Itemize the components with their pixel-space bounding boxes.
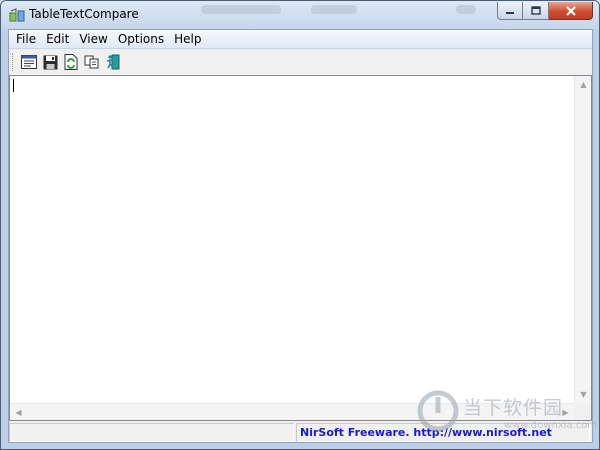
exit-button[interactable] — [103, 52, 123, 72]
properties-button[interactable] — [19, 52, 39, 72]
save-icon — [43, 55, 57, 69]
text-editor[interactable] — [10, 76, 574, 403]
menu-file[interactable]: File — [11, 30, 41, 48]
menu-edit[interactable]: Edit — [41, 30, 74, 48]
app-icon — [9, 8, 25, 22]
close-icon — [565, 5, 576, 16]
restore-button[interactable] — [523, 2, 549, 20]
menu-bar: File Edit View Options Help — [9, 30, 592, 49]
title-bar-blur — [456, 5, 476, 14]
toolbar-grip[interactable] — [12, 53, 15, 71]
status-pane-empty — [9, 423, 294, 442]
watermark: 当下软件园 www.downxia.com — [416, 389, 598, 437]
title-bar-blur — [201, 5, 281, 14]
save-button[interactable] — [40, 52, 60, 72]
watermark-text: 当下软件园 — [463, 397, 564, 419]
scroll-up-arrow[interactable]: ▲ — [575, 76, 592, 93]
exit-icon — [106, 54, 120, 70]
menu-view[interactable]: View — [74, 30, 112, 48]
toolbar — [9, 50, 592, 74]
scroll-left-arrow[interactable]: ◀ — [10, 404, 27, 421]
menu-help[interactable]: Help — [169, 30, 206, 48]
caption-buttons — [497, 2, 593, 22]
app-window: TableTextCompare File Edit View Options … — [0, 0, 600, 450]
properties-icon — [21, 55, 37, 69]
title-bar[interactable]: TableTextCompare — [1, 1, 599, 29]
close-button[interactable] — [549, 2, 593, 20]
minimize-icon — [506, 11, 514, 14]
watermark-logo — [417, 390, 459, 432]
refresh-icon — [64, 54, 78, 70]
copy-icon — [84, 55, 99, 69]
text-caret — [13, 79, 14, 92]
vertical-scrollbar[interactable]: ▲ ▼ — [574, 76, 591, 403]
text-editor-frame: ▲ ▼ ◀ ▶ — [9, 75, 592, 421]
minimize-button[interactable] — [497, 2, 523, 20]
refresh-button[interactable] — [61, 52, 81, 72]
restore-icon — [530, 6, 541, 15]
client-area: File Edit View Options Help ▲ ▼ ◀ ▶ NirS… — [8, 29, 593, 443]
window-title: TableTextCompare — [29, 7, 139, 21]
menu-options[interactable]: Options — [113, 30, 169, 48]
copy-button[interactable] — [82, 52, 102, 72]
watermark-url: www.downxia.com — [504, 420, 598, 431]
title-bar-blur — [311, 5, 357, 14]
